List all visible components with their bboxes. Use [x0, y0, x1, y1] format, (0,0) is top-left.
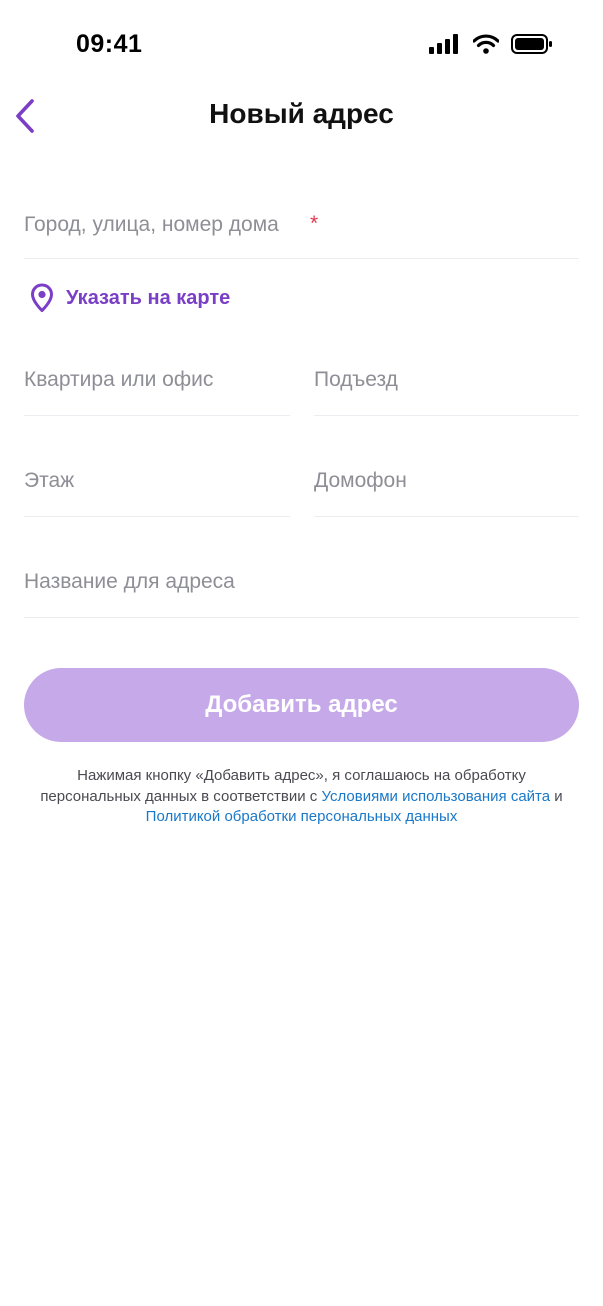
consent-text: Нажимая кнопку «Добавить адрес», я согла… — [30, 766, 573, 828]
floor-field — [24, 457, 290, 517]
intercom-input[interactable] — [314, 457, 579, 505]
page-title: Новый адрес — [209, 98, 394, 129]
entrance-field — [314, 356, 579, 416]
address-input[interactable] — [24, 200, 579, 250]
floor-input[interactable] — [24, 457, 290, 505]
address-name-input[interactable] — [24, 558, 579, 606]
apartment-input[interactable] — [24, 356, 290, 404]
map-pin-icon — [31, 283, 53, 312]
battery-icon — [511, 34, 552, 54]
signal-icon — [429, 34, 458, 54]
entrance-input[interactable] — [314, 356, 579, 404]
address-field: * — [24, 200, 579, 259]
status-bar: 09:41 — [0, 0, 603, 90]
address-name-field — [24, 558, 579, 618]
apartment-field — [24, 356, 290, 416]
show-on-map-label: Указать на карте — [66, 286, 231, 309]
navigation-bar: Новый адрес — [0, 90, 603, 140]
show-on-map-link[interactable]: Указать на карте — [30, 283, 230, 313]
add-address-button[interactable]: Добавить адрес — [24, 668, 579, 742]
privacy-policy-link[interactable]: Политикой обработки персональных данных — [146, 808, 458, 825]
status-time: 09:41 — [76, 30, 143, 58]
intercom-field — [314, 457, 579, 517]
wifi-icon — [473, 34, 499, 54]
terms-link[interactable]: Условиями использования сайта — [321, 788, 550, 805]
required-mark: * — [310, 212, 319, 235]
status-icons — [429, 34, 553, 54]
consent-conjunction: и — [554, 787, 563, 805]
